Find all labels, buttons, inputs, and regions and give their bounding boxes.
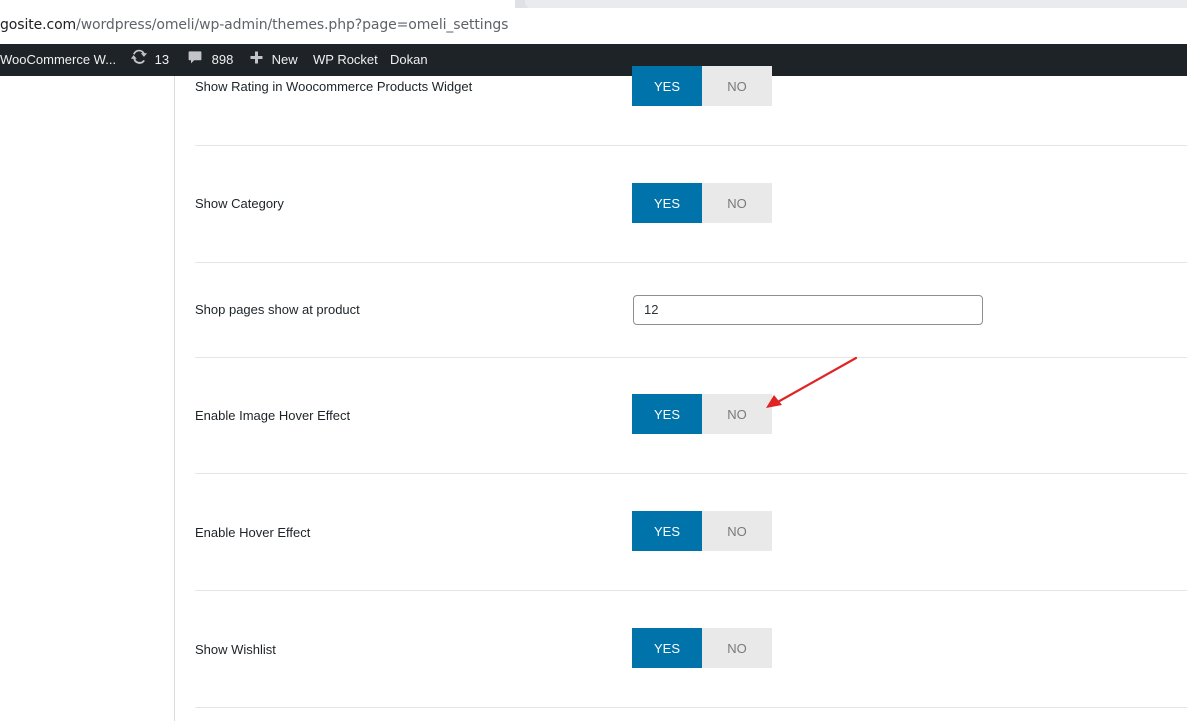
no-button[interactable]: NO <box>702 628 772 668</box>
toggle-show-rating: YES NO <box>632 66 772 106</box>
row-divider <box>195 590 1187 591</box>
site-name-label: WooCommerce W... <box>0 52 117 67</box>
toggle-show-category: YES NO <box>632 183 772 223</box>
row-divider <box>195 473 1187 474</box>
plus-icon <box>249 45 264 77</box>
admin-sidebar <box>0 76 174 721</box>
url-path: /wordpress/omeli/wp-admin/themes.php?pag… <box>76 17 509 33</box>
toggle-image-hover: YES NO <box>632 394 772 434</box>
site-name-link[interactable]: WooCommerce W... <box>0 44 116 76</box>
dokan-link[interactable]: Dokan <box>390 44 428 76</box>
setting-label-show-wishlist: Show Wishlist <box>195 642 276 657</box>
sidebar-divider <box>174 76 175 721</box>
address-bar[interactable]: gosite.com/wordpress/omeli/wp-admin/them… <box>0 8 1187 44</box>
toggle-show-wishlist: YES NO <box>632 628 772 668</box>
no-button[interactable]: NO <box>702 66 772 106</box>
setting-label-hover-effect: Enable Hover Effect <box>195 525 311 540</box>
row-divider <box>195 707 1187 708</box>
annotation-arrow-icon <box>760 355 860 420</box>
row-divider <box>195 357 1187 358</box>
dokan-label: Dokan <box>390 52 428 67</box>
row-divider <box>195 145 1187 146</box>
browser-tab-active[interactable] <box>0 0 515 8</box>
new-content-link[interactable]: New <box>249 44 298 76</box>
updates-link[interactable]: 13 <box>130 44 169 76</box>
wp-rocket-label: WP Rocket <box>313 52 378 67</box>
browser-tab[interactable] <box>525 0 1187 8</box>
no-button[interactable]: NO <box>702 183 772 223</box>
wp-admin-bar: WooCommerce W... 13 898 New WP Rocket Do… <box>0 44 1187 76</box>
new-label: New <box>271 52 298 67</box>
url-host: gosite.com <box>0 17 77 33</box>
wp-rocket-link[interactable]: WP Rocket <box>313 44 378 76</box>
comment-bubble-icon <box>187 45 203 77</box>
url-text[interactable]: gosite.com/wordpress/omeli/wp-admin/them… <box>0 17 508 33</box>
updates-count: 13 <box>154 52 170 67</box>
toggle-hover-effect: YES NO <box>632 511 772 551</box>
yes-button[interactable]: YES <box>632 183 702 223</box>
yes-button[interactable]: YES <box>632 394 702 434</box>
browser-tab-strip <box>0 0 1187 8</box>
setting-label-show-rating: Show Rating in Woocommerce Products Widg… <box>195 79 473 94</box>
setting-label-image-hover: Enable Image Hover Effect <box>195 408 351 423</box>
setting-label-show-category: Show Category <box>195 196 284 211</box>
comments-count: 898 <box>211 52 234 67</box>
setting-label-products-per-page: Shop pages show at product <box>195 302 360 317</box>
no-button[interactable]: NO <box>702 511 772 551</box>
row-divider <box>195 262 1187 263</box>
yes-button[interactable]: YES <box>632 66 702 106</box>
products-per-page-input[interactable]: 12 <box>633 295 983 325</box>
yes-button[interactable]: YES <box>632 511 702 551</box>
refresh-icon <box>130 45 148 77</box>
yes-button[interactable]: YES <box>632 628 702 668</box>
comments-link[interactable]: 898 <box>187 44 233 76</box>
